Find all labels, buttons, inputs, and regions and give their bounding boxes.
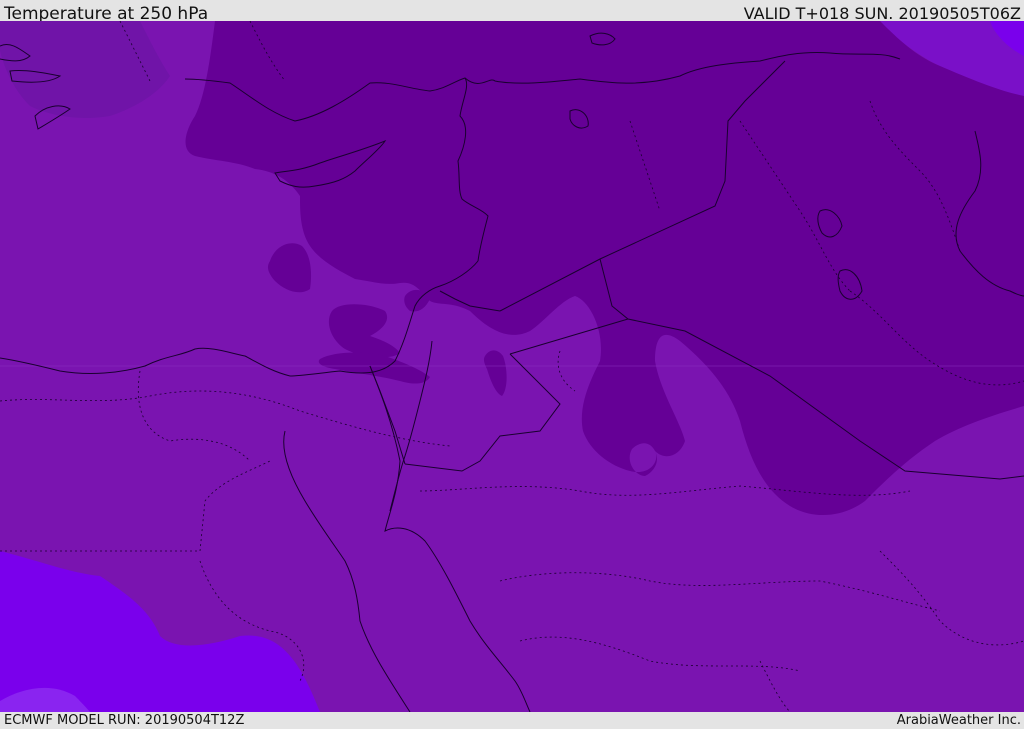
header-bar: Temperature at 250 hPa VALID T+018 SUN. … (0, 0, 1024, 24)
map-canvas (0, 21, 1024, 712)
footer-bar: ECMWF MODEL RUN: 20190504T12Z ArabiaWeat… (0, 712, 1024, 729)
credit-label: ArabiaWeather Inc. (896, 713, 1021, 728)
weather-map[interactable] (0, 21, 1024, 712)
model-run-label: ECMWF MODEL RUN: 20190504T12Z (4, 713, 245, 728)
